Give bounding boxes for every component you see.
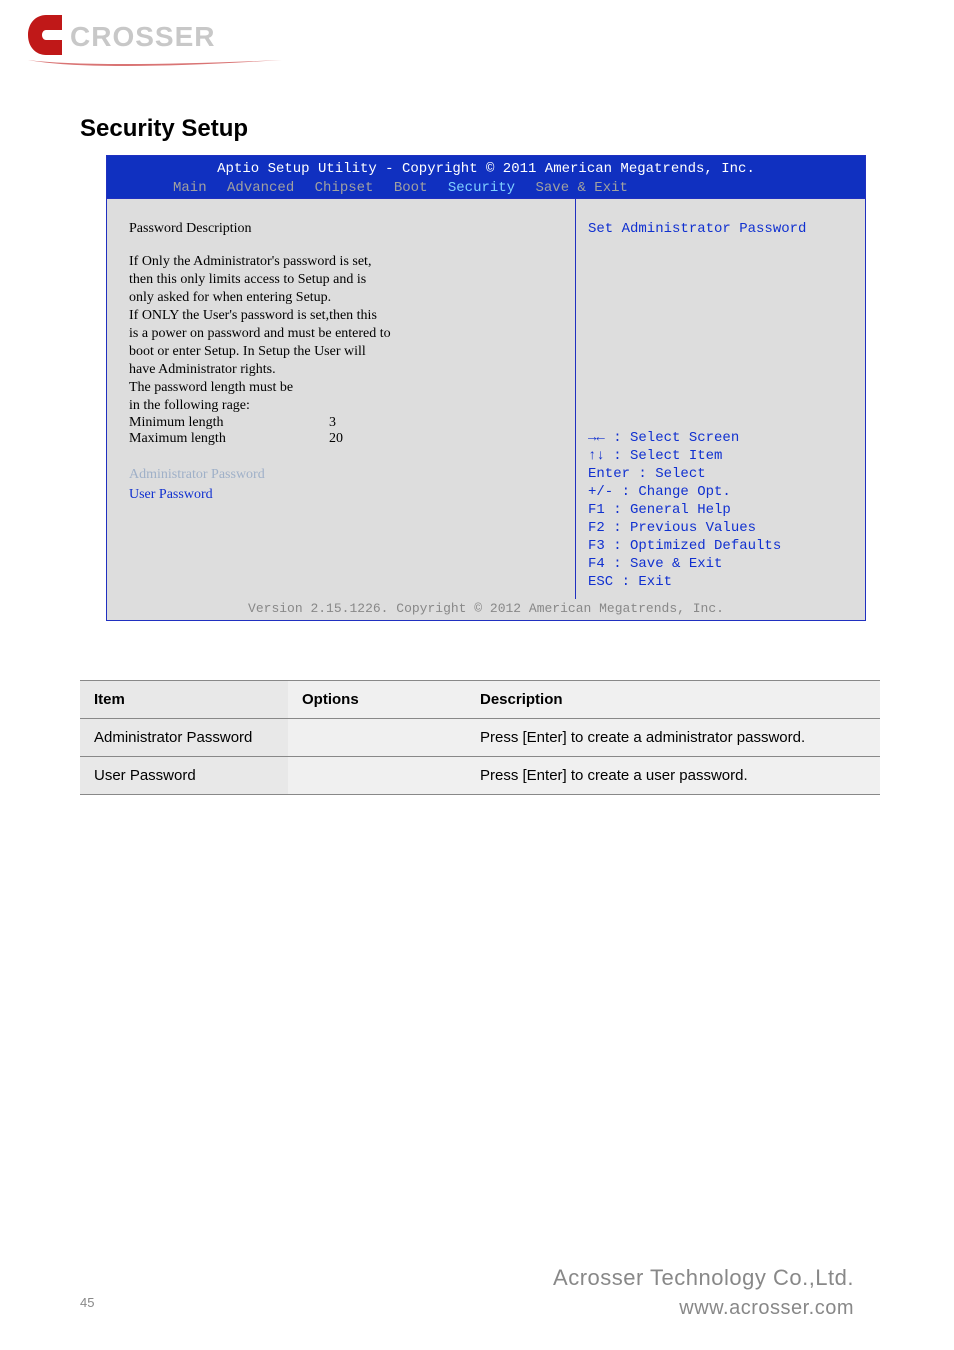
key-hint: F2 : Previous Values [588,519,781,537]
cell-options [288,757,466,795]
min-length-value: 3 [329,415,336,431]
footer-company: Acrosser Technology Co.,Ltd. [553,1265,854,1291]
tab-chipset[interactable]: Chipset [309,180,380,196]
tab-main[interactable]: Main [167,180,213,196]
bios-footer-line: Version 2.15.1226. Copyright © 2012 Amer… [107,599,865,620]
bios-left-pane: Password Description If Only the Adminis… [107,199,575,599]
key-hint: →← : Select Screen [588,429,781,447]
min-length-row: Minimum length 3 [129,415,559,431]
pwd-line: is a power on password and must be enter… [129,325,559,343]
user-password-item[interactable]: User Password [129,485,559,505]
pwd-line: The password length must be [129,379,559,397]
document-page: CROSSER Security Setup Aptio Setup Utili… [0,0,954,1350]
cell-options [288,719,466,757]
context-help-text: Set Administrator Password [588,221,853,237]
section-title: Security Setup [80,115,248,143]
pwd-line: If ONLY the User's password is set,then … [129,307,559,325]
cell-item: User Password [80,757,288,795]
col-header-options: Options [288,681,466,719]
pwd-line: then this only limits access to Setup an… [129,271,559,289]
min-length-label: Minimum length [129,415,329,431]
svg-text:CROSSER: CROSSER [70,21,215,52]
key-hint: +/- : Change Opt. [588,483,781,501]
footer-url: www.acrosser.com [553,1297,854,1320]
page-number: 45 [80,1295,94,1310]
key-hint: F4 : Save & Exit [588,555,781,573]
bios-header-line: Aptio Setup Utility - Copyright © 2011 A… [107,156,865,178]
bios-tabbar: Main Advanced Chipset Boot Security Save… [107,178,865,198]
admin-password-item[interactable]: Administrator Password [129,465,559,485]
pwd-line: If Only the Administrator's password is … [129,253,559,271]
max-length-row: Maximum length 20 [129,431,559,447]
key-hint: ESC : Exit [588,573,781,591]
max-length-value: 20 [329,431,343,447]
tab-save-exit[interactable]: Save & Exit [530,180,634,196]
password-description-body: If Only the Administrator's password is … [129,253,559,415]
table-row: Administrator Password Press [Enter] to … [80,719,880,757]
tab-advanced[interactable]: Advanced [221,180,300,196]
key-hint: F3 : Optimized Defaults [588,537,781,555]
page-footer: Acrosser Technology Co.,Ltd. www.acrosse… [553,1265,854,1320]
tab-boot[interactable]: Boot [388,180,434,196]
key-hint: ↑↓ : Select Item [588,447,781,465]
tab-security[interactable]: Security [442,180,521,196]
pwd-line: in the following rage: [129,397,559,415]
cell-description: Press [Enter] to create a administrator … [466,719,880,757]
table-header-row: Item Options Description [80,681,880,719]
pwd-line: only asked for when entering Setup. [129,289,559,307]
pwd-line: have Administrator rights. [129,361,559,379]
cell-description: Press [Enter] to create a user password. [466,757,880,795]
col-header-description: Description [466,681,880,719]
bios-setup-screenshot: Aptio Setup Utility - Copyright © 2011 A… [106,155,866,621]
password-description-title: Password Description [129,221,559,237]
key-hint: Enter : Select [588,465,781,483]
bios-right-pane: Set Administrator Password →← : Select S… [575,199,865,599]
acrosser-logo: CROSSER [22,10,292,80]
cell-item: Administrator Password [80,719,288,757]
key-hint: F1 : General Help [588,501,781,519]
parameter-table: Item Options Description Administrator P… [80,680,880,795]
key-help-block: →← : Select Screen ↑↓ : Select Item Ente… [588,429,781,591]
pwd-line: boot or enter Setup. In Setup the User w… [129,343,559,361]
col-header-item: Item [80,681,288,719]
table-row: User Password Press [Enter] to create a … [80,757,880,795]
max-length-label: Maximum length [129,431,329,447]
